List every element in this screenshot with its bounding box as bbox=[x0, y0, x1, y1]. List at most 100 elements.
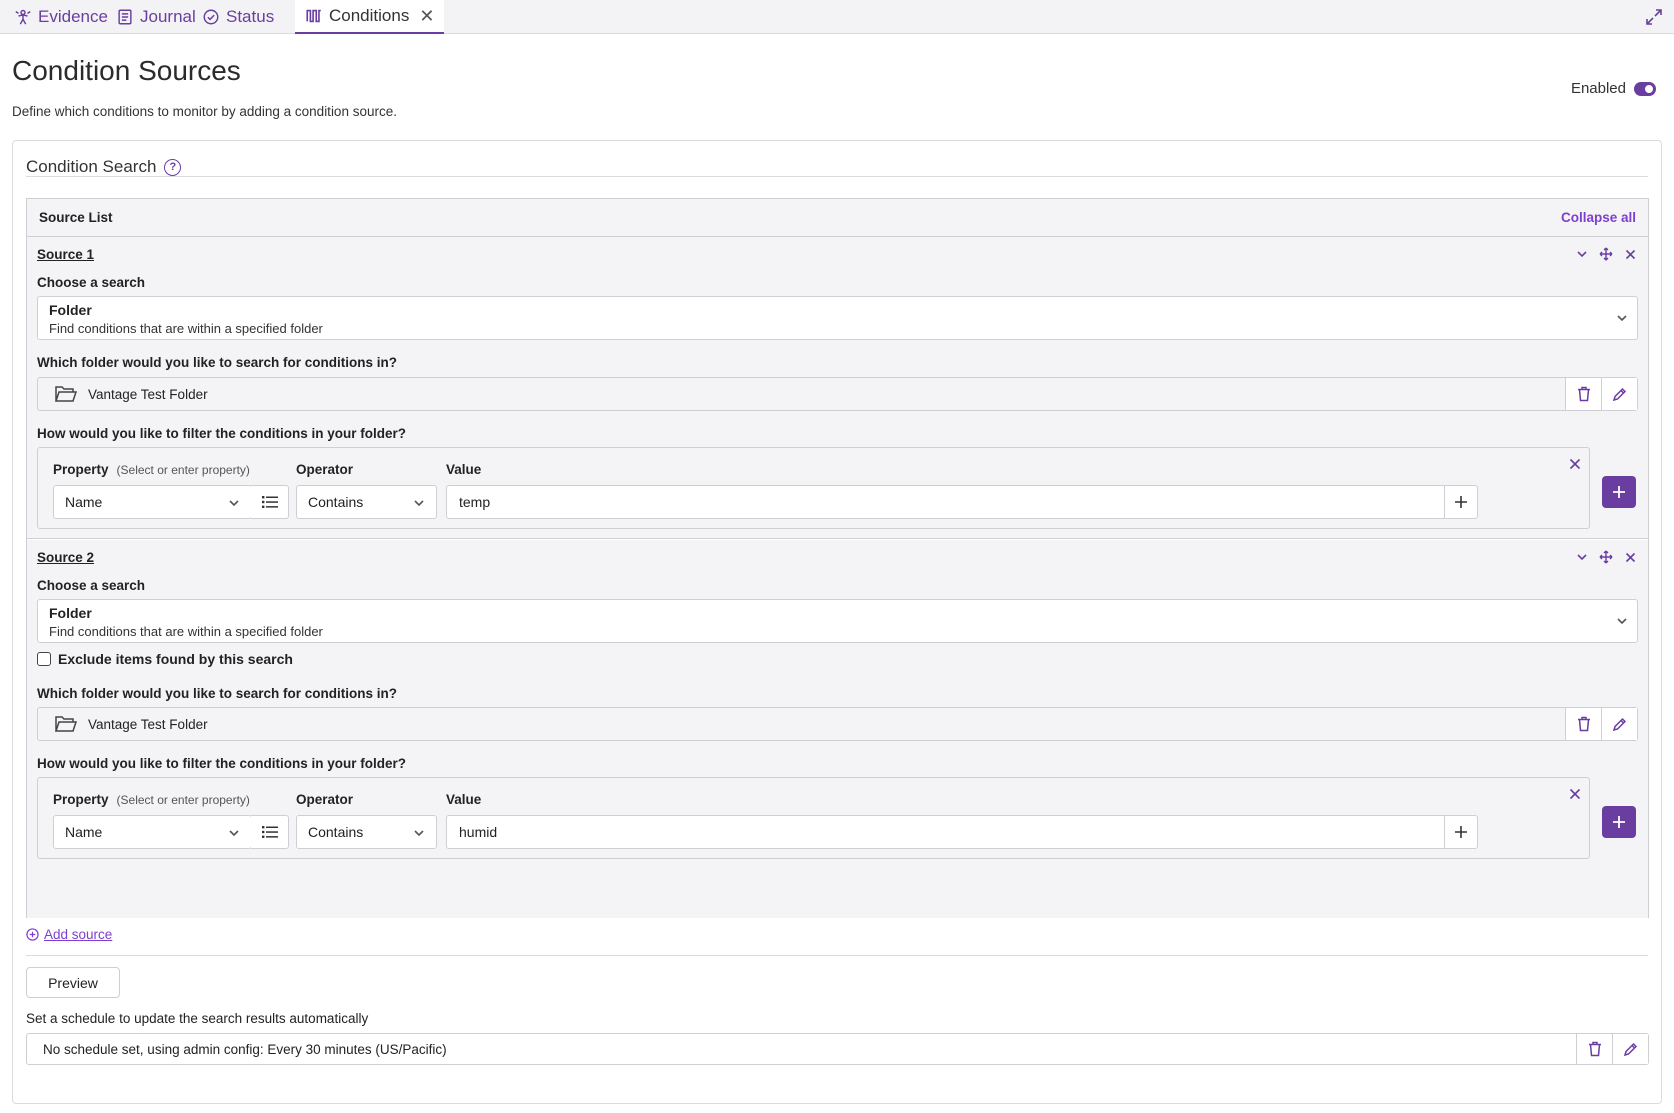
folder-name: Vantage Test Folder bbox=[88, 716, 208, 732]
move-icon[interactable] bbox=[1598, 246, 1614, 262]
folder-open-icon bbox=[54, 386, 78, 402]
add-value-button[interactable] bbox=[1444, 815, 1478, 849]
folder-name: Vantage Test Folder bbox=[88, 386, 208, 402]
plus-icon bbox=[1613, 816, 1625, 828]
add-filter-button[interactable] bbox=[1602, 806, 1636, 838]
property-list-button[interactable] bbox=[251, 815, 289, 849]
property-hint: (Select or enter property) bbox=[116, 463, 250, 477]
edit-folder-button[interactable] bbox=[1601, 708, 1637, 740]
move-icon[interactable] bbox=[1598, 549, 1614, 565]
tab-conditions[interactable]: Conditions ✕ bbox=[295, 0, 445, 34]
tab-evidence-label: Evidence bbox=[38, 7, 108, 26]
remove-filter-icon[interactable] bbox=[1569, 788, 1581, 800]
tab-conditions-label: Conditions bbox=[329, 6, 410, 25]
folder-open-icon bbox=[54, 716, 78, 732]
tab-evidence[interactable]: Evidence bbox=[14, 0, 108, 34]
condition-search-card: Condition Search ? Source List Collapse … bbox=[12, 140, 1662, 1104]
chevron-down-icon bbox=[229, 500, 239, 507]
remove-source-icon[interactable] bbox=[1622, 549, 1638, 565]
remove-source-icon[interactable] bbox=[1622, 246, 1638, 262]
preview-button[interactable]: Preview bbox=[26, 967, 120, 998]
chevron-down-icon[interactable] bbox=[1574, 246, 1590, 262]
source-panel-1: Source 1 Choose a search Folder Find con… bbox=[27, 237, 1648, 539]
delete-schedule-button[interactable] bbox=[1576, 1034, 1612, 1064]
divider bbox=[26, 955, 1648, 956]
search-type-select[interactable]: Folder Find conditions that are within a… bbox=[37, 599, 1638, 643]
remove-filter-icon[interactable] bbox=[1569, 458, 1581, 470]
list-icon bbox=[261, 826, 278, 838]
pencil-icon bbox=[1623, 1042, 1638, 1056]
search-type-select[interactable]: Folder Find conditions that are within a… bbox=[37, 296, 1638, 340]
add-source-link[interactable]: Add source bbox=[26, 927, 112, 942]
filter-question-label: How would you like to filter the conditi… bbox=[37, 756, 407, 771]
property-label-text: Property bbox=[53, 462, 109, 477]
source-title: Source 1 bbox=[37, 247, 95, 262]
exclude-items-label: Exclude items found by this search bbox=[58, 651, 293, 667]
value-input[interactable] bbox=[446, 815, 1445, 849]
folder-question-label: Which folder would you like to search fo… bbox=[37, 355, 398, 370]
operator-select[interactable]: Contains bbox=[296, 485, 437, 519]
property-label: Property (Select or enter property) bbox=[53, 462, 250, 477]
source-controls bbox=[1574, 549, 1638, 565]
schedule-value: No schedule set, using admin config: Eve… bbox=[43, 1041, 447, 1057]
property-select[interactable]: Name bbox=[53, 485, 252, 519]
property-hint: (Select or enter property) bbox=[116, 793, 250, 807]
add-value-button[interactable] bbox=[1444, 485, 1478, 519]
operator-select[interactable]: Contains bbox=[296, 815, 437, 849]
property-label: Property (Select or enter property) bbox=[53, 792, 250, 807]
value-label: Value bbox=[446, 792, 482, 807]
delete-folder-button[interactable] bbox=[1565, 378, 1601, 410]
source-list-header: Source List Collapse all bbox=[27, 199, 1648, 237]
chevron-down-icon bbox=[414, 500, 424, 507]
schedule-row: No schedule set, using admin config: Eve… bbox=[26, 1033, 1649, 1065]
value-input[interactable] bbox=[446, 485, 1445, 519]
operator-value: Contains bbox=[308, 494, 364, 510]
filter-row: Property (Select or enter property) Opera… bbox=[37, 447, 1590, 529]
chevron-down-icon[interactable] bbox=[1574, 549, 1590, 565]
edit-schedule-button[interactable] bbox=[1612, 1034, 1648, 1064]
exclude-items-checkbox[interactable] bbox=[37, 652, 51, 666]
tab-status-label: Status bbox=[226, 7, 275, 26]
trash-icon bbox=[1577, 386, 1590, 402]
source-list-title: Source List bbox=[39, 210, 113, 225]
folder-selector: Vantage Test Folder bbox=[37, 707, 1638, 741]
pencil-icon bbox=[1612, 717, 1627, 731]
add-source-label: Add source bbox=[44, 927, 113, 942]
tab-status[interactable]: Status bbox=[202, 0, 274, 34]
enabled-label: Enabled bbox=[1570, 80, 1626, 97]
expand-icon[interactable] bbox=[1644, 7, 1664, 27]
journal-icon bbox=[118, 9, 132, 25]
edit-folder-button[interactable] bbox=[1601, 378, 1637, 410]
status-icon bbox=[203, 9, 219, 25]
filter-row: Property (Select or enter property) Opera… bbox=[37, 777, 1590, 859]
conditions-icon bbox=[306, 9, 321, 23]
property-select[interactable]: Name bbox=[53, 815, 252, 849]
filter-question-label: How would you like to filter the conditi… bbox=[37, 426, 407, 441]
chevron-down-icon bbox=[414, 830, 424, 837]
tab-journal[interactable]: Journal bbox=[116, 0, 196, 34]
property-list-button[interactable] bbox=[251, 485, 289, 519]
enabled-toggle[interactable] bbox=[1634, 81, 1656, 96]
trash-icon bbox=[1577, 716, 1590, 732]
folder-selector: Vantage Test Folder bbox=[37, 377, 1638, 411]
plus-icon bbox=[1455, 826, 1467, 838]
search-type-value: Folder bbox=[49, 302, 92, 318]
folder-question-label: Which folder would you like to search fo… bbox=[37, 686, 398, 701]
value-label: Value bbox=[446, 462, 482, 477]
schedule-label: Set a schedule to update the search resu… bbox=[26, 1011, 369, 1026]
close-tab-icon[interactable]: ✕ bbox=[419, 6, 434, 27]
folder-name-field: Vantage Test Folder bbox=[38, 708, 1565, 740]
collapse-all-link[interactable]: Collapse all bbox=[1561, 210, 1636, 225]
choose-search-label: Choose a search bbox=[37, 275, 146, 290]
evidence-icon bbox=[15, 9, 31, 25]
add-filter-button[interactable] bbox=[1602, 476, 1636, 508]
pencil-icon bbox=[1612, 387, 1627, 401]
choose-search-label: Choose a search bbox=[37, 578, 146, 593]
delete-folder-button[interactable] bbox=[1565, 708, 1601, 740]
divider bbox=[26, 176, 1648, 177]
operator-label: Operator bbox=[296, 792, 354, 807]
search-type-description: Find conditions that are within a specif… bbox=[49, 321, 323, 336]
help-icon[interactable]: ? bbox=[164, 158, 182, 176]
chevron-down-icon bbox=[229, 830, 239, 837]
page-title: Condition Sources bbox=[12, 55, 241, 86]
